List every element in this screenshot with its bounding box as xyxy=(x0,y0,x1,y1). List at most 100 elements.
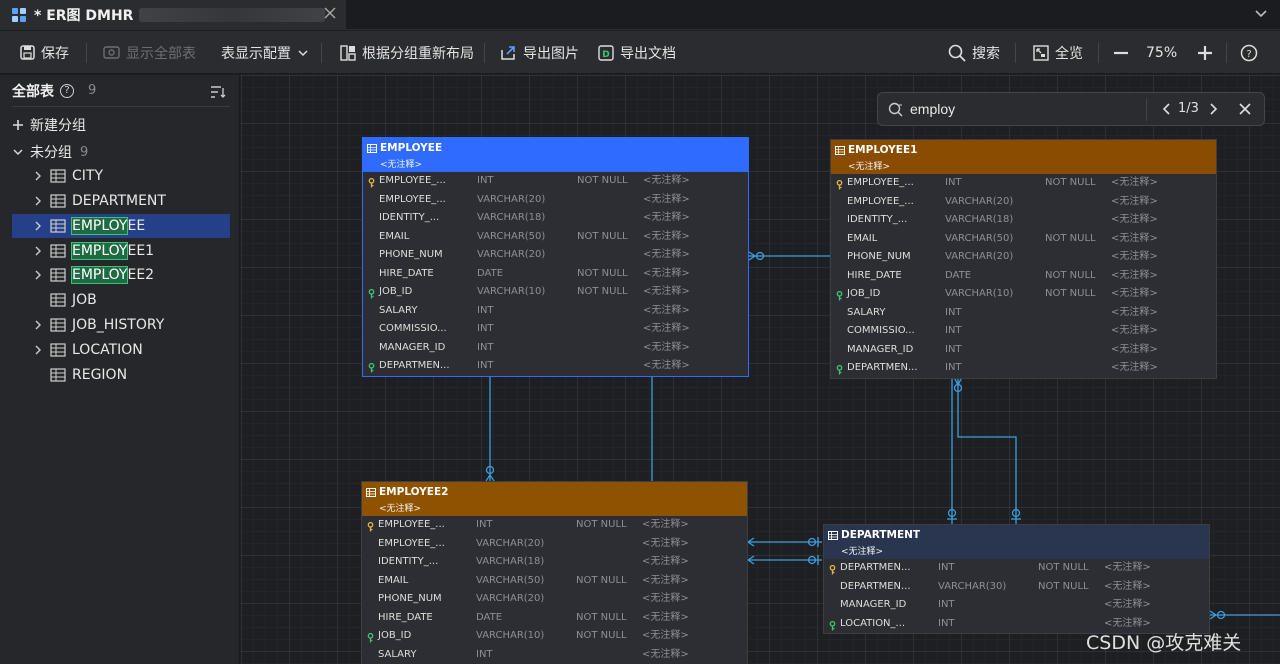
column-type: VARCHAR(20) xyxy=(945,251,1014,262)
column-row[interactable]: EMPLOYEE_... VARCHAR(20) <无注释> xyxy=(363,191,748,210)
column-row[interactable]: JOB_ID VARCHAR(10) NOT NULL <无注释> xyxy=(831,285,1216,304)
column-nullability: NOT NULL xyxy=(576,630,627,641)
plus-icon xyxy=(13,120,23,130)
column-row[interactable]: COMMISSIO... INT <无注释> xyxy=(363,320,748,339)
entity-header[interactable]: EMPLOYEE2 <无注释> xyxy=(362,482,747,516)
group-ungrouped[interactable]: 未分组 9 xyxy=(12,140,230,164)
column-row[interactable]: EMPLOYEE_... INT NOT NULL <无注释> xyxy=(362,516,747,535)
column-row[interactable]: EMPLOYEE_... INT NOT NULL <无注释> xyxy=(363,172,748,191)
column-row[interactable]: IDENTITY_... VARCHAR(18) <无注释> xyxy=(831,211,1216,230)
column-nullability: NOT NULL xyxy=(577,267,628,279)
column-type: INT xyxy=(477,304,494,316)
column-row[interactable]: IDENTITY_... VARCHAR(18) <无注释> xyxy=(362,553,747,572)
chevron-right-icon[interactable] xyxy=(1206,101,1222,117)
column-row[interactable]: DEPARTMEN... INT <无注释> xyxy=(363,357,748,376)
entity-columns: DEPARTMEN... INT NOT NULL <无注释> DEPARTMEN...… xyxy=(824,559,1209,633)
entity-employee[interactable]: EMPLOYEE <无注释> EMPLOYEE_... INT NOT NULL <无注释… xyxy=(362,137,749,377)
overview-button[interactable]: 全览 xyxy=(1033,31,1083,74)
new-group-button[interactable]: 新建分组 xyxy=(12,113,230,137)
column-row[interactable]: MANAGER_ID INT <无注释> xyxy=(363,339,748,358)
tab-er-diagram[interactable]: * ER图 DMHR xyxy=(0,0,346,30)
column-comment: <无注释> xyxy=(1111,325,1158,336)
column-row[interactable]: DEPARTMEN... INT <无注释> xyxy=(831,359,1216,378)
zoom-in-button[interactable] xyxy=(1196,31,1220,74)
column-row[interactable]: HIRE_DATE DATE NOT NULL <无注释> xyxy=(363,265,748,284)
table-display-config-dropdown[interactable]: 表显示配置 xyxy=(221,31,309,74)
relayout-button[interactable]: 根据分组重新布局 xyxy=(340,31,474,74)
column-row[interactable]: EMAIL VARCHAR(50) NOT NULL <无注释> xyxy=(362,572,747,591)
column-nullability: NOT NULL xyxy=(577,230,628,242)
column-type: VARCHAR(20) xyxy=(477,249,546,260)
sidebar-item-table[interactable]: DEPARTMENT xyxy=(12,189,230,213)
foreign-key-icon xyxy=(836,364,843,383)
column-row[interactable]: MANAGER_ID INT <无注释> xyxy=(831,341,1216,360)
column-row[interactable]: HIRE_DATE DATE NOT NULL <无注释> xyxy=(362,609,747,628)
column-type: INT xyxy=(945,306,962,318)
sidebar-item-table[interactable]: REGION xyxy=(12,363,230,387)
sidebar-item-table[interactable]: LOCATION xyxy=(12,338,230,362)
zoom-out-button[interactable] xyxy=(1112,31,1136,74)
chevron-down-icon[interactable] xyxy=(1254,6,1270,22)
chevron-right-icon xyxy=(35,196,41,206)
column-row[interactable]: DEPARTMEN... INT NOT NULL <无注释> xyxy=(824,559,1209,578)
column-comment: <无注释> xyxy=(1111,362,1158,373)
er-diagram-icon xyxy=(12,7,28,23)
show-all-button[interactable]: 显示全部表 xyxy=(103,31,196,74)
zoom-level: 75% xyxy=(1146,31,1177,74)
column-row[interactable]: JOB_ID VARCHAR(10) NOT NULL <无注释> xyxy=(363,283,748,302)
export-image-button[interactable]: 导出图片 xyxy=(500,31,579,74)
column-row[interactable]: SALARY INT <无注释> xyxy=(363,302,748,321)
entity-employee2[interactable]: EMPLOYEE2 <无注释> EMPLOYEE_... INT NOT NULL <无注… xyxy=(361,481,748,664)
sidebar-item-table[interactable]: CITY xyxy=(12,164,230,188)
save-button[interactable]: 保存 xyxy=(20,31,69,74)
column-row[interactable]: SALARY INT <无注释> xyxy=(831,304,1216,323)
search-input[interactable] xyxy=(910,99,1130,119)
column-row[interactable]: JOB_ID VARCHAR(10) NOT NULL <无注释> xyxy=(362,627,747,646)
column-row[interactable]: PHONE_NUM VARCHAR(20) <无注释> xyxy=(831,248,1216,267)
column-comment: <无注释> xyxy=(1111,195,1158,207)
export-document-button[interactable]: D 导出文档 xyxy=(598,31,676,74)
column-row[interactable]: IDENTITY_... VARCHAR(18) <无注释> xyxy=(363,209,748,228)
column-row[interactable]: SALARY INT <无注释> xyxy=(362,646,747,664)
column-comment: <无注释> xyxy=(1111,306,1158,318)
column-type: INT xyxy=(945,177,962,188)
entity-header[interactable]: EMPLOYEE1 <无注释> xyxy=(831,140,1216,174)
entity-header[interactable]: EMPLOYEE <无注释> xyxy=(363,138,748,172)
column-row[interactable]: EMPLOYEE_... INT NOT NULL <无注释> xyxy=(831,174,1216,193)
column-row[interactable]: EMAIL VARCHAR(50) NOT NULL <无注释> xyxy=(831,230,1216,249)
table-grid-icon xyxy=(367,143,377,153)
sort-icon[interactable] xyxy=(210,84,226,103)
column-type: VARCHAR(18) xyxy=(945,214,1014,225)
export-image-label: 导出图片 xyxy=(523,45,579,62)
entity-department[interactable]: DEPARTMENT <无注释> DEPARTMEN... INT NOT NULL <无… xyxy=(823,524,1210,634)
sidebar-item-table[interactable]: JOB xyxy=(12,288,230,312)
column-type: VARCHAR(10) xyxy=(477,286,546,297)
entity-columns: EMPLOYEE_... INT NOT NULL <无注释> EMPLOYEE_...… xyxy=(363,172,748,376)
chevron-down-icon xyxy=(13,149,23,155)
sidebar-item-table[interactable]: EMPLOYEE2 xyxy=(12,263,230,287)
help-icon[interactable]: ? xyxy=(60,83,74,98)
column-row[interactable]: EMAIL VARCHAR(50) NOT NULL <无注释> xyxy=(363,228,748,247)
fit-view-icon xyxy=(1033,44,1049,61)
column-row[interactable]: EMPLOYEE_... VARCHAR(20) <无注释> xyxy=(831,193,1216,212)
sidebar-item-table[interactable]: JOB_HISTORY xyxy=(12,313,230,337)
close-icon[interactable] xyxy=(322,6,338,22)
er-canvas[interactable]: EMPLOYEE <无注释> EMPLOYEE_... INT NOT NULL <无注释… xyxy=(241,75,1280,664)
sidebar-item-table[interactable]: EMPLOYEE1 xyxy=(12,239,230,263)
column-row[interactable]: EMPLOYEE_... VARCHAR(20) <无注释> xyxy=(362,535,747,554)
entity-header[interactable]: DEPARTMENT <无注释> xyxy=(824,525,1209,559)
entity-employee1[interactable]: EMPLOYEE1 <无注释> EMPLOYEE_... INT NOT NULL <无注… xyxy=(830,139,1217,379)
column-comment: <无注释> xyxy=(1111,177,1158,188)
column-row[interactable]: HIRE_DATE DATE NOT NULL <无注释> xyxy=(831,267,1216,286)
close-icon[interactable] xyxy=(1238,101,1254,117)
search-match-highlight: EMPLOY xyxy=(70,217,129,235)
column-row[interactable]: DEPARTMEN... VARCHAR(30) NOT NULL <无注释> xyxy=(824,578,1209,597)
column-row[interactable]: PHONE_NUM VARCHAR(20) <无注释> xyxy=(363,246,748,265)
help-button[interactable]: ? xyxy=(1240,31,1264,74)
column-row[interactable]: MANAGER_ID INT <无注释> xyxy=(824,596,1209,615)
column-row[interactable]: PHONE_NUM VARCHAR(20) <无注释> xyxy=(362,590,747,609)
column-row[interactable]: COMMISSIO... INT <无注释> xyxy=(831,322,1216,341)
search-button[interactable]: 搜索 xyxy=(948,31,1000,74)
chevron-left-icon[interactable] xyxy=(1160,101,1176,117)
sidebar-item-table[interactable]: EMPLOYEE xyxy=(12,214,230,238)
